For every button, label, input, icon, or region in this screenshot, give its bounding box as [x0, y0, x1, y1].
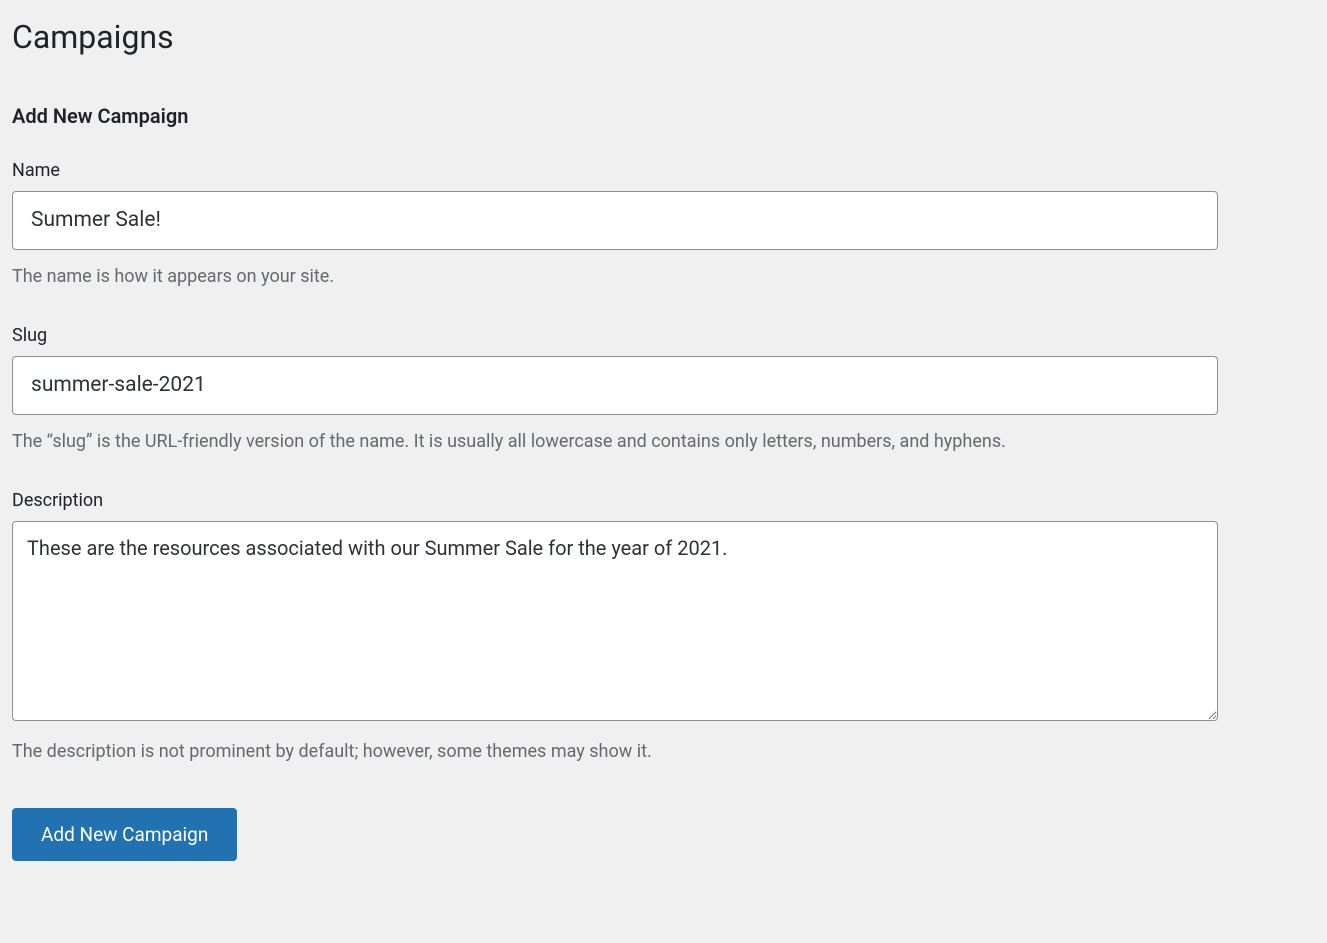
slug-field-group: Slug The “slug” is the URL-friendly vers… [12, 325, 1218, 458]
description-help-text: The description is not prominent by defa… [12, 737, 1218, 768]
name-field-group: Name The name is how it appears on your … [12, 160, 1218, 293]
description-label: Description [12, 490, 1218, 511]
description-field-group: Description These are the resources asso… [12, 490, 1218, 768]
slug-label: Slug [12, 325, 1218, 346]
description-textarea[interactable]: These are the resources associated with … [12, 521, 1218, 721]
name-description: The name is how it appears on your site. [12, 262, 1218, 293]
name-label: Name [12, 160, 1218, 181]
page-title: Campaigns [12, 18, 1315, 56]
add-new-campaign-button[interactable]: Add New Campaign [12, 808, 237, 861]
slug-description: The “slug” is the URL-friendly version o… [12, 427, 1218, 458]
slug-input[interactable] [12, 356, 1218, 415]
name-input[interactable] [12, 191, 1218, 250]
page-subtitle: Add New Campaign [12, 104, 1315, 128]
